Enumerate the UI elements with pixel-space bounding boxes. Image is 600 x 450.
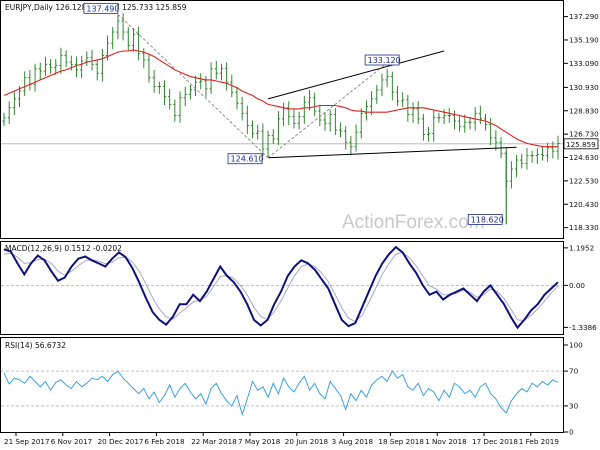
price-layer: 137.290 135.190 133.090 130.930 128.830 126.7… [1, 2, 599, 232]
price-ytick-label: 118.330 [569, 223, 599, 232]
price-ytick-label: 120.430 [569, 200, 599, 209]
rsi-line [3, 370, 559, 417]
price-ytick-label: 126.730 [569, 130, 599, 139]
x-tick-label: 17 Dec 2018 [472, 437, 518, 446]
price-annotation-label: 137.490 [86, 4, 119, 13]
x-tick-label: 18 Sep 2018 [378, 437, 424, 446]
rsi-layer: 100 70 30 0 [1, 341, 583, 437]
x-tick-label: 6 Nov 2017 [51, 437, 92, 446]
current-price-label: 125.859 [566, 140, 596, 149]
macd-panel-header: MACD(12,26,9) 0.1512 -0.0202 [5, 244, 122, 253]
macd-ytick-label: 0.00 [569, 281, 585, 290]
price-ytick-label: 124.630 [569, 153, 599, 162]
x-tick-label: 21 Sep 2017 [4, 437, 50, 446]
x-tick-label: 6 Feb 2018 [144, 437, 185, 446]
macd-ytick-label: 1.1952 [569, 243, 594, 252]
rsi-ytick-label: 100 [569, 341, 583, 350]
support-trendline [268, 146, 517, 159]
price-annotation-label: 118.620 [471, 215, 504, 224]
price-ytick-label: 133.090 [569, 59, 599, 68]
price-ytick-label: 135.190 [569, 35, 599, 44]
x-tick-label: 1 Nov 2018 [425, 437, 467, 446]
x-tick-label: 20 Dec 2017 [98, 437, 144, 446]
price-ytick-label: 137.290 [569, 12, 599, 21]
x-axis: 21 Sep 2017 6 Nov 2017 20 Dec 2017 6 Feb 20… [4, 432, 559, 446]
macd-line [3, 245, 559, 330]
macd-ytick-label: -1.3386 [569, 323, 597, 332]
rsi-panel-header: RSI(14) 56.6732 [5, 341, 66, 350]
rsi-ytick-label: 0 [569, 428, 574, 437]
price-ytick-label: 122.530 [569, 176, 599, 185]
x-tick-label: 22 Mar 2018 [191, 437, 237, 446]
price-annotation-label: 124.610 [231, 155, 264, 164]
watermark: ActionForex.com [342, 212, 485, 233]
retracement-dashed-line [117, 14, 269, 159]
x-tick-label: 1 Feb 2019 [519, 437, 560, 446]
price-ytick-label: 128.830 [569, 106, 599, 115]
rsi-ytick-label: 30 [569, 401, 579, 410]
x-tick-label: 20 Jun 2018 [285, 437, 329, 446]
chart-root: ActionForex.com EURJPY,Daily 126.128 126… [0, 0, 600, 450]
resistance-trendline [267, 50, 445, 100]
x-tick-label: 7 May 2018 [238, 437, 281, 446]
rsi-ytick-label: 70 [569, 367, 579, 376]
macd-signal-line [3, 251, 559, 322]
x-tick-label: 3 Aug 2018 [332, 437, 374, 446]
price-ytick-label: 130.930 [569, 83, 599, 92]
price-annotation-label: 133.120 [368, 56, 401, 65]
eurjpy-chart: ActionForex.com EURJPY,Daily 126.128 126… [0, 0, 599, 446]
macd-layer: 1.1952 0.00 -1.3386 [1, 243, 597, 332]
